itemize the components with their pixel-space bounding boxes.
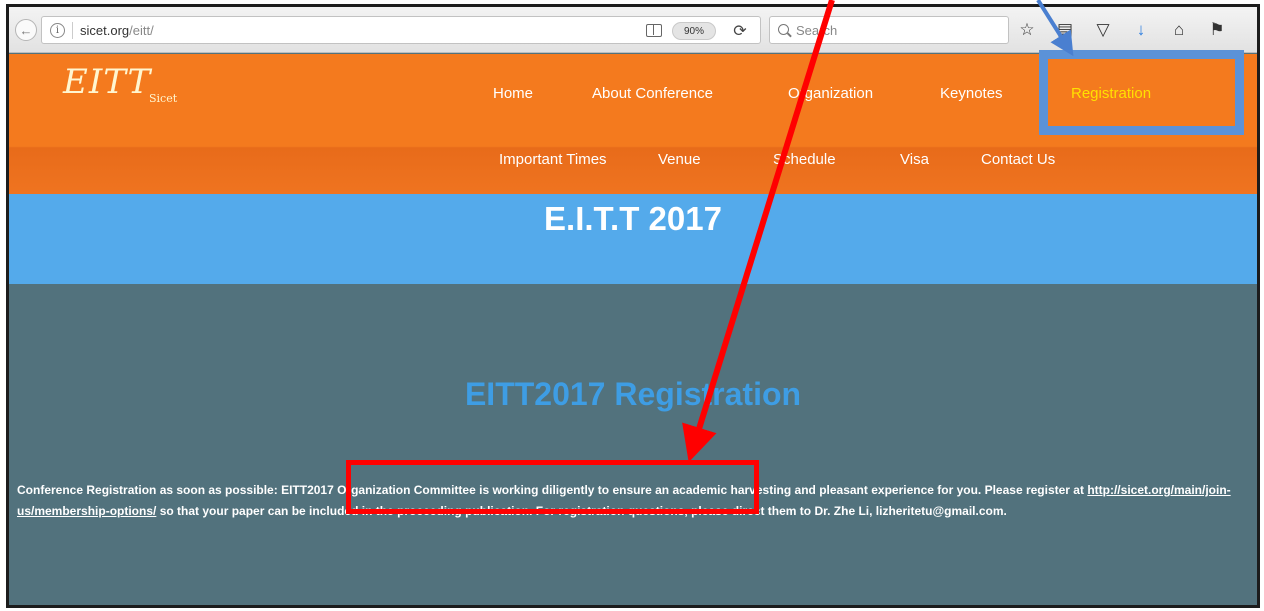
nav-about-conference[interactable]: About Conference [592,85,713,102]
url-host: sicet.org [80,23,130,38]
download-icon[interactable]: ↓ [1131,19,1151,41]
nav-schedule[interactable]: Schedule [773,151,836,168]
reader-view-icon[interactable] [646,24,662,37]
toolbar-icons: ☆ ▤ ▽ ↓ ⌂ ⚑ [1017,17,1227,43]
reading-list-icon[interactable]: ▤ [1055,19,1075,41]
nav-important-times[interactable]: Important Times [499,151,607,168]
search-placeholder: Search [796,23,838,38]
pocket-icon[interactable]: ▽ [1093,19,1113,41]
logo-main-text: EITT [63,62,152,102]
url-bar[interactable]: i sicet.org/eitt/ 90% ⟳ [41,16,761,44]
url-path: /eitt/ [129,23,154,38]
nav-contact-us[interactable]: Contact Us [981,151,1055,168]
annotation-red-box [346,460,759,514]
url-separator [72,22,73,39]
nav-visa[interactable]: Visa [900,151,929,168]
info-icon[interactable]: i [50,23,65,38]
registration-heading: EITT2017 Registration [464,376,802,412]
nav-home[interactable]: Home [493,85,533,102]
search-icon [778,24,789,35]
nav-venue[interactable]: Venue [658,151,701,168]
conference-title: E.I.T.T 2017 [544,200,722,237]
zoom-level-badge[interactable]: 90% [672,22,716,40]
reload-icon[interactable]: ⟳ [730,21,750,41]
url-text[interactable]: sicet.org/eitt/ [80,23,154,38]
annotation-blue-box [1039,50,1244,135]
home-icon[interactable]: ⌂ [1169,19,1189,41]
nav-keynotes[interactable]: Keynotes [940,85,1003,102]
extension-icon[interactable]: ⚑ [1207,19,1227,41]
nav-organization[interactable]: Organization [788,85,873,102]
browser-toolbar: ← i sicet.org/eitt/ 90% ⟳ Search ☆ ▤ ▽ ↓… [9,7,1257,53]
site-logo[interactable]: EITT Sicet [63,62,177,105]
search-bar[interactable]: Search [769,16,1009,44]
logo-sub-text: Sicet [149,92,178,105]
main-content: EITT2017 Registration Conference Registr… [9,284,1257,605]
back-arrow-icon[interactable]: ← [15,19,37,41]
star-icon[interactable]: ☆ [1017,19,1037,41]
title-band: E.I.T.T 2017 [9,194,1257,284]
